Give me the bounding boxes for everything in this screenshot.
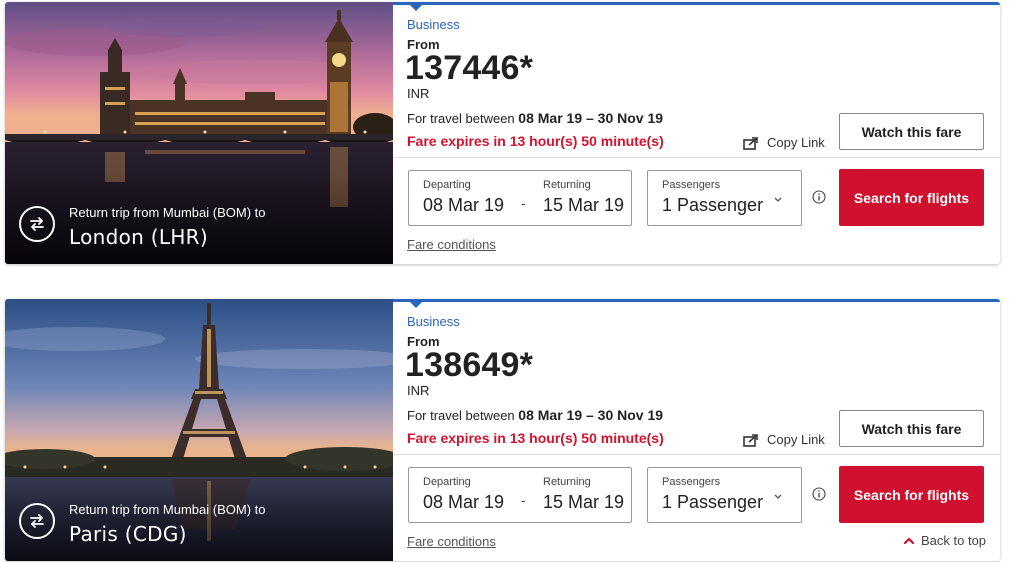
- fare-conditions-link[interactable]: Fare conditions: [407, 237, 496, 252]
- copy-link-label: Copy Link: [767, 135, 825, 150]
- travel-prefix: For travel between: [407, 111, 515, 126]
- chevron-down-icon: [774, 197, 782, 202]
- travel-range: 08 Mar 19 – 30 Nov 19: [518, 407, 664, 423]
- fare-card-london: Return trip from Mumbai (BOM) to London …: [5, 2, 1000, 264]
- fare-price: 138649*: [405, 346, 534, 384]
- travel-period: For travel between 08 Mar 19 – 30 Nov 19: [407, 407, 663, 423]
- fare-price: 137446*: [405, 49, 534, 87]
- copy-link[interactable]: Copy Link: [743, 432, 825, 447]
- passengers-value: 1 Passenger: [662, 492, 764, 512]
- date-separator: -: [521, 492, 526, 508]
- fare-panel: Business From 137446* INR For travel bet…: [393, 2, 1000, 264]
- chevron-down-icon: [774, 494, 782, 499]
- return-trip-icon: [19, 503, 55, 539]
- travel-range: 08 Mar 19 – 30 Nov 19: [518, 110, 664, 126]
- departing-label: Departing: [423, 476, 471, 488]
- departing-date: 08 Mar 19: [423, 195, 505, 215]
- copy-link[interactable]: Copy Link: [743, 135, 825, 150]
- share-icon: [743, 136, 758, 150]
- travel-dates-field[interactable]: Departing 08 Mar 19 - Returning 15 Mar 1…: [408, 170, 632, 226]
- share-icon: [743, 433, 758, 447]
- panel-notch: [410, 302, 422, 308]
- departing-label: Departing: [423, 179, 471, 191]
- returning-date: 15 Mar 19: [543, 492, 625, 512]
- panel-notch: [410, 5, 422, 11]
- back-to-top-link[interactable]: Back to top: [903, 533, 986, 548]
- divider: [393, 157, 1000, 158]
- returning-label: Returning: [543, 476, 591, 488]
- destination-city: London (LHR): [69, 225, 208, 249]
- cabin-class: Business: [407, 17, 460, 32]
- passengers-label: Passengers: [662, 179, 721, 191]
- fare-conditions-link[interactable]: Fare conditions: [407, 534, 496, 549]
- date-separator: -: [521, 195, 526, 211]
- currency: INR: [407, 383, 430, 398]
- fare-card-paris: Return trip from Mumbai (BOM) to Paris (…: [5, 299, 1000, 561]
- return-trip-icon: [19, 206, 55, 242]
- search-flights-button[interactable]: Search for flights: [839, 169, 984, 226]
- passengers-select[interactable]: Passengers 1 Passenger: [647, 467, 802, 523]
- fare-expiry: Fare expires in 13 hour(s) 50 minute(s): [407, 430, 664, 446]
- trip-subtitle: Return trip from Mumbai (BOM) to: [69, 205, 266, 220]
- travel-dates-field[interactable]: Departing 08 Mar 19 - Returning 15 Mar 1…: [408, 467, 632, 523]
- fare-panel: Business From 138649* INR For travel bet…: [393, 299, 1000, 561]
- fare-expiry: Fare expires in 13 hour(s) 50 minute(s): [407, 133, 664, 149]
- travel-period: For travel between 08 Mar 19 – 30 Nov 19: [407, 110, 663, 126]
- watch-fare-button[interactable]: Watch this fare: [839, 113, 984, 150]
- watch-fare-button[interactable]: Watch this fare: [839, 410, 984, 447]
- back-to-top-label: Back to top: [921, 533, 987, 548]
- search-flights-button[interactable]: Search for flights: [839, 466, 984, 523]
- destination-image-london: Return trip from Mumbai (BOM) to London …: [5, 2, 393, 264]
- destination-image-paris: Return trip from Mumbai (BOM) to Paris (…: [5, 299, 393, 561]
- returning-date: 15 Mar 19: [543, 195, 625, 215]
- info-icon[interactable]: [812, 487, 826, 501]
- divider: [393, 454, 1000, 455]
- passengers-label: Passengers: [662, 476, 721, 488]
- travel-prefix: For travel between: [407, 408, 515, 423]
- info-icon[interactable]: [812, 190, 826, 204]
- returning-label: Returning: [543, 179, 591, 191]
- copy-link-label: Copy Link: [767, 432, 825, 447]
- currency: INR: [407, 86, 430, 101]
- chevron-up-icon: [903, 537, 915, 544]
- destination-city: Paris (CDG): [69, 522, 187, 546]
- passengers-select[interactable]: Passengers 1 Passenger: [647, 170, 802, 226]
- trip-subtitle: Return trip from Mumbai (BOM) to: [69, 502, 266, 517]
- cabin-class: Business: [407, 314, 460, 329]
- passengers-value: 1 Passenger: [662, 195, 764, 215]
- departing-date: 08 Mar 19: [423, 492, 505, 512]
